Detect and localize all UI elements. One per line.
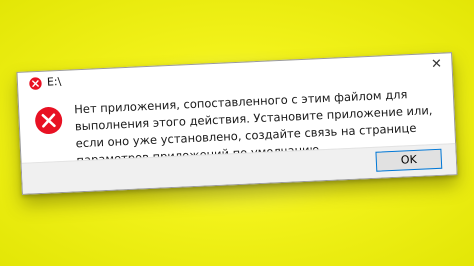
error-icon bbox=[35, 107, 63, 135]
error-icon bbox=[29, 77, 42, 90]
window-title: E:\ bbox=[46, 74, 62, 89]
close-icon: ✕ bbox=[430, 56, 443, 73]
close-button[interactable]: ✕ bbox=[428, 57, 445, 74]
ok-button[interactable]: OK bbox=[375, 148, 443, 172]
error-dialog: E:\ ✕ Нет приложения, сопоставленного с … bbox=[16, 52, 458, 195]
